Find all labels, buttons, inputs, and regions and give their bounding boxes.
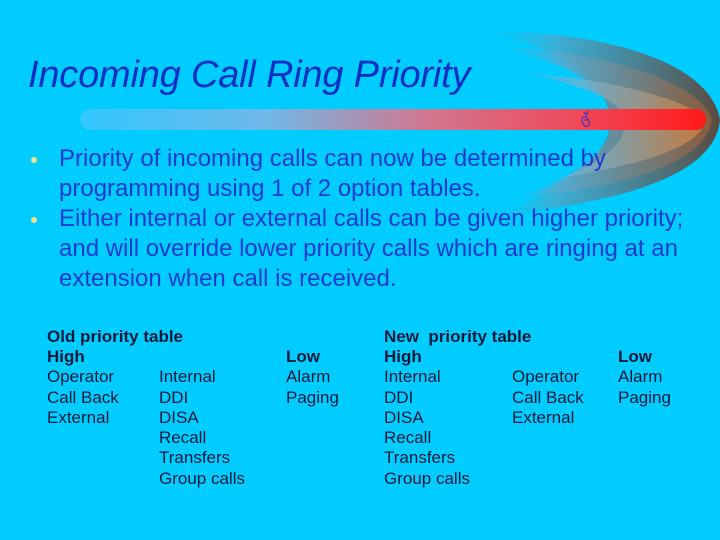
bullet-text: Either internal or external calls can be… xyxy=(59,205,684,292)
new-table-high-item: Internal xyxy=(384,367,441,387)
old-table-middle-item: Transfers xyxy=(159,448,231,468)
new-table-high-item: DDI xyxy=(384,387,414,407)
old-table-high-item: External xyxy=(47,407,110,427)
new-table-low-column: Low Alarm Paging xyxy=(618,347,671,408)
new-table-middle-item: Call Back xyxy=(512,387,584,407)
bullet-dot-icon xyxy=(31,217,37,223)
new-table-high-item: Group calls xyxy=(384,468,470,488)
old-table-low-column: Low Alarm Paging xyxy=(286,347,339,408)
new-table-high-label: High xyxy=(384,347,422,366)
old-table-low-item: Alarm xyxy=(286,367,331,387)
old-priority-table: Old priority table High Operator Call Ba… xyxy=(47,327,367,488)
new-table-high-item: DISA xyxy=(384,407,424,427)
old-table-middle-item: Group calls xyxy=(159,468,245,488)
old-table-middle-item: DDI xyxy=(159,387,189,407)
old-table-high-column: High Operator Call Back External xyxy=(47,347,119,428)
bullet-dot-icon xyxy=(31,157,37,163)
new-table-middle-item: External xyxy=(512,407,575,427)
bullet-list: Priority of incoming calls can now be de… xyxy=(28,144,708,294)
old-table-title: Old priority table xyxy=(47,327,184,346)
new-table-low-item: Paging xyxy=(618,387,671,407)
new-priority-table: New priority table High Internal DDI DIS… xyxy=(384,327,704,488)
old-table-high-label: High xyxy=(47,347,85,366)
new-table-middle-column: Operator Call Back External xyxy=(512,347,584,428)
old-table-middle-item: Internal xyxy=(159,367,216,387)
slide-title: Incoming Call Ring Priority xyxy=(28,54,471,96)
new-table-middle-item: Operator xyxy=(512,367,580,387)
bullet-item: Either internal or external calls can be… xyxy=(28,204,708,294)
new-table-low-item: Alarm xyxy=(618,367,663,387)
bullet-text: Priority of incoming calls can now be de… xyxy=(59,145,606,202)
old-table-middle-column: Internal DDI DISA Recall Transfers Group… xyxy=(159,347,245,489)
new-table-high-item: Transfers xyxy=(384,448,456,468)
hand-fingers-crossed-icon xyxy=(581,110,590,127)
old-table-low-item: Paging xyxy=(286,387,339,407)
old-table-high-item: Call Back xyxy=(47,387,119,407)
old-table-middle-item: DISA xyxy=(159,407,199,427)
new-table-high-item: Recall xyxy=(384,428,432,448)
old-table-high-item: Operator xyxy=(47,367,115,387)
old-table-low-label: Low xyxy=(286,347,320,366)
new-table-title: New priority table xyxy=(384,327,532,346)
bullet-item: Priority of incoming calls can now be de… xyxy=(28,144,708,204)
new-table-low-label: Low xyxy=(618,347,652,366)
old-table-middle-item: Recall xyxy=(159,428,207,448)
title-underline-bar xyxy=(80,109,706,130)
new-table-high-column: High Internal DDI DISA Recall Transfers … xyxy=(384,347,470,489)
